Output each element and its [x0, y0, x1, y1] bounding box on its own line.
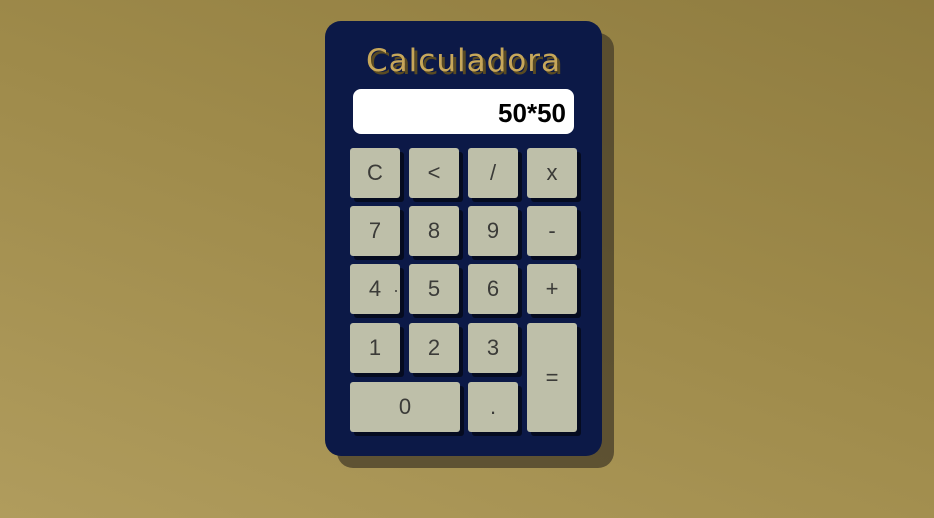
decimal-button[interactable]: . [468, 382, 518, 432]
six-button[interactable]: 6 [468, 264, 518, 314]
four-button[interactable]: 4 [350, 264, 400, 314]
minus-button[interactable]: - [527, 206, 577, 256]
cursor-dot [395, 290, 397, 292]
two-button[interactable]: 2 [409, 323, 459, 373]
one-button[interactable]: 1 [350, 323, 400, 373]
nine-button[interactable]: 9 [468, 206, 518, 256]
plus-button[interactable]: + [527, 264, 577, 314]
multiply-button[interactable]: x [527, 148, 577, 198]
seven-button[interactable]: 7 [350, 206, 400, 256]
three-button[interactable]: 3 [468, 323, 518, 373]
divide-button[interactable]: / [468, 148, 518, 198]
calculator-title: Calculadora [366, 43, 561, 79]
clear-button[interactable]: C [350, 148, 400, 198]
equals-button[interactable]: = [527, 323, 577, 432]
backspace-button[interactable]: < [409, 148, 459, 198]
zero-button[interactable]: 0 [350, 382, 460, 432]
calculator-display: 50*50 [353, 89, 574, 134]
calculator: Calculadora 50*50 C < / x 7 8 9 - 4 5 6 … [325, 21, 602, 456]
five-button[interactable]: 5 [409, 264, 459, 314]
eight-button[interactable]: 8 [409, 206, 459, 256]
